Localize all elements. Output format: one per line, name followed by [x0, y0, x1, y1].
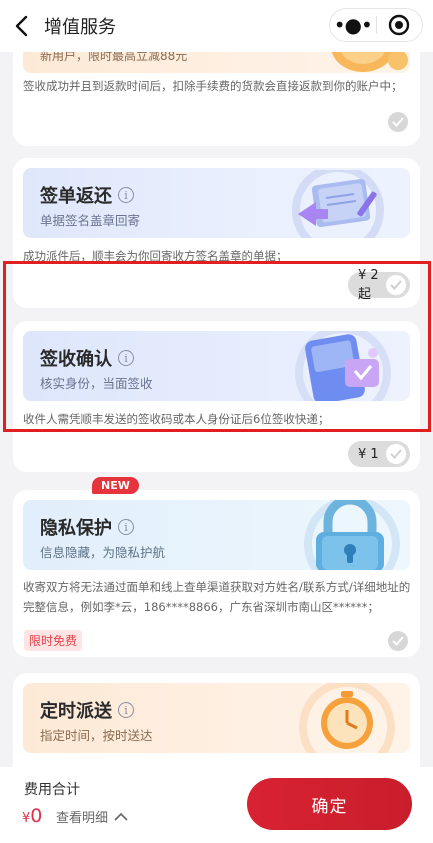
more-dots-icon[interactable]: •●• — [330, 15, 376, 35]
chevron-up-icon — [114, 812, 128, 821]
back-arrow-icon[interactable] — [10, 12, 36, 40]
info-icon[interactable]: i — [118, 519, 134, 535]
service-card-privacy[interactable]: NEW 隐私保护 i 信息隐藏，为隐私护航 收寄双方将无法通过面单和线上查单渠道… — [13, 477, 420, 657]
confirm-button[interactable]: 确定 — [247, 778, 412, 830]
price-label: ¥ 1 — [358, 446, 379, 462]
currency-symbol: ¥ — [22, 811, 31, 826]
fee-total-label: 费用合计 — [24, 782, 80, 798]
checkbox[interactable] — [386, 444, 406, 464]
service-subtitle: 单据签名盖章回寄 — [40, 213, 141, 228]
view-details-link[interactable]: 查看明细 — [56, 807, 128, 826]
checkbox[interactable] — [388, 112, 408, 132]
service-banner: 定时派送 i 指定时间，按时送达 — [23, 683, 410, 753]
checkbox[interactable] — [388, 631, 408, 651]
view-details-label: 查看明细 — [56, 811, 109, 826]
service-card-cod[interactable]: 新用户，限时最高立减88元 签收成功并且到返款时间后，扣除手续费的货款会直接返款… — [13, 52, 420, 146]
check-icon — [392, 117, 404, 127]
amount-value: 0 — [30, 805, 43, 827]
page-title: 增值服务 — [44, 17, 116, 38]
service-subtitle: 信息隐藏，为隐私护航 — [40, 545, 166, 560]
check-icon — [390, 449, 402, 459]
service-banner: 隐私保护 i 信息隐藏，为隐私护航 — [23, 500, 410, 570]
service-title: 隐私保护 i — [40, 514, 134, 540]
mini-program-capsule: •●• — [329, 8, 423, 42]
service-title: 定时派送 i — [40, 697, 134, 723]
service-subtitle: 指定时间，按时送达 — [40, 728, 153, 743]
service-title-text: 签单返还 — [40, 186, 112, 207]
highlight-frame — [3, 261, 431, 432]
document-return-illustration-icon — [292, 170, 384, 238]
service-banner: 新用户，限时最高立减88元 — [23, 52, 410, 73]
footer-bar: 费用合计 ¥ 0 查看明细 确定 — [0, 767, 433, 843]
free-badge: 限时免费 — [24, 630, 83, 651]
fee-total-amount: ¥ 0 — [22, 805, 42, 827]
service-description: 签收成功并且到返款时间后，扣除手续费的货款会直接返款到你的账户中； — [23, 79, 403, 93]
lock-illustration-icon — [304, 500, 400, 570]
service-subtitle: 新用户，限时最高立减88元 — [40, 52, 188, 63]
clock-illustration-icon — [299, 683, 395, 753]
service-title-text: 隐私保护 — [40, 518, 112, 539]
service-title-text: 定时派送 — [40, 701, 112, 722]
price-toggle[interactable]: ¥ 1 — [348, 441, 410, 467]
service-card-timed-delivery[interactable]: 定时派送 i 指定时间，按时送达 — [13, 673, 420, 767]
coin-illustration-icon — [331, 52, 408, 72]
info-icon[interactable]: i — [118, 187, 134, 203]
target-icon[interactable] — [376, 14, 422, 36]
info-icon[interactable]: i — [118, 702, 134, 718]
check-icon — [392, 636, 404, 646]
nav-bar: 增值服务 •●• — [0, 0, 433, 52]
service-title: 签单返还 i — [40, 182, 134, 208]
service-description: 收寄双方将无法通过面单和线上查单渠道获取对方姓名/联系方式/详细地址的完整信息，… — [23, 580, 411, 614]
new-badge: NEW — [92, 477, 139, 494]
service-banner: 签单返还 i 单据签名盖章回寄 — [23, 168, 410, 238]
